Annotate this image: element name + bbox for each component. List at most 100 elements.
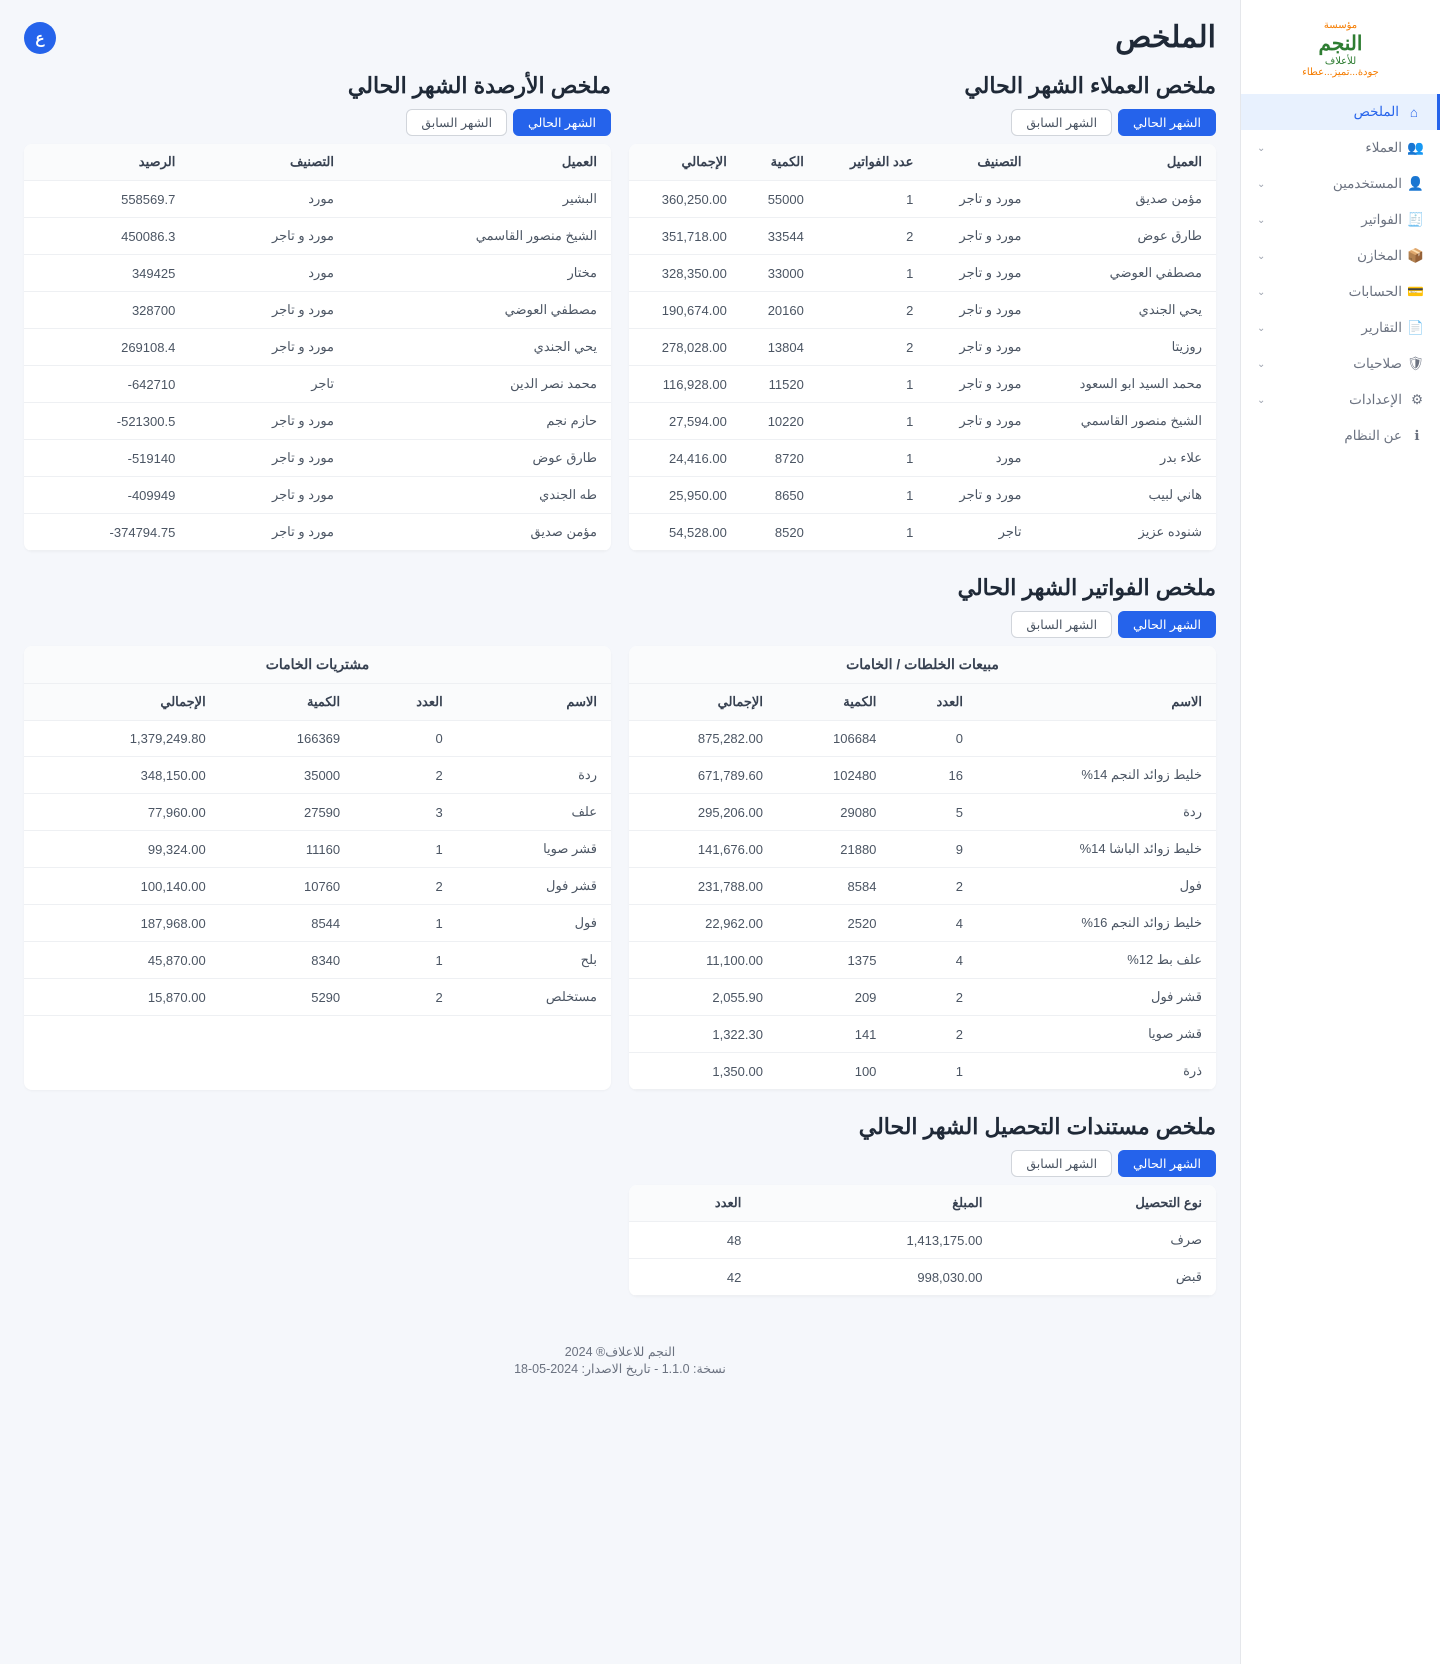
tab-previous-month[interactable]: الشهر السابق bbox=[1011, 1150, 1112, 1177]
col-header: التصنيف bbox=[189, 144, 348, 181]
cell: 8520 bbox=[741, 514, 818, 551]
nav-item-الملخص[interactable]: ⌂الملخص bbox=[1241, 94, 1440, 130]
chevron-down-icon: ⌄ bbox=[1257, 179, 1265, 190]
cell: يحي الجندي bbox=[1035, 292, 1216, 329]
cell: 2 bbox=[890, 868, 977, 905]
cell: 27,594.00 bbox=[629, 403, 741, 440]
nav-label: التقارير bbox=[1361, 320, 1402, 336]
nav-label: الفواتير bbox=[1361, 212, 1402, 228]
tab-current-month[interactable]: الشهر الحالي bbox=[1118, 1150, 1216, 1177]
main-content: الملخص ع ملخص العملاء الشهر الحالي الشهر… bbox=[0, 0, 1240, 1664]
page-title: الملخص bbox=[1115, 20, 1216, 55]
tab-current-month[interactable]: الشهر الحالي bbox=[1118, 611, 1216, 638]
cell: 13804 bbox=[741, 329, 818, 366]
cell: 11,100.00 bbox=[629, 942, 777, 979]
cell: 99,324.00 bbox=[24, 831, 220, 868]
customers-tabs: الشهر الحالي الشهر السابق bbox=[629, 109, 1216, 136]
tab-current-month[interactable]: الشهر الحالي bbox=[1118, 109, 1216, 136]
cell: 209 bbox=[777, 979, 890, 1016]
nav-item-التقارير[interactable]: 📄التقارير⌄ bbox=[1241, 310, 1440, 346]
cell: 2 bbox=[354, 979, 457, 1016]
cell: مؤمن صديق bbox=[1035, 181, 1216, 218]
table-row: هاني لبيبمورد و تاجر1865025,950.00 bbox=[629, 477, 1216, 514]
table-row: طارق عوضمورد و تاجر519140- bbox=[24, 440, 611, 477]
nav-item-الحسابات[interactable]: 💳الحسابات⌄ bbox=[1241, 274, 1440, 310]
cell: 100,140.00 bbox=[24, 868, 220, 905]
table-row: الشيخ منصور القاسميمورد و تاجر450086.3 bbox=[24, 218, 611, 255]
cell: يحي الجندي bbox=[348, 329, 611, 366]
cell: 190,674.00 bbox=[629, 292, 741, 329]
nav-item-الإعدادات[interactable]: ⚙الإعدادات⌄ bbox=[1241, 382, 1440, 418]
cell: 10220 bbox=[741, 403, 818, 440]
cell: مصطفي العوضي bbox=[348, 292, 611, 329]
nav-item-صلاحيات[interactable]: 🛡صلاحيات⌄ bbox=[1241, 346, 1440, 382]
tab-previous-month[interactable]: الشهر السابق bbox=[406, 109, 507, 136]
cell: 328700 bbox=[24, 292, 189, 329]
nav-item-المستخدمين[interactable]: 👤المستخدمين⌄ bbox=[1241, 166, 1440, 202]
nav-item-العملاء[interactable]: 👥العملاء⌄ bbox=[1241, 130, 1440, 166]
cell: 1,350.00 bbox=[629, 1053, 777, 1090]
cell: مورد و تاجر bbox=[189, 292, 348, 329]
chevron-down-icon: ⌄ bbox=[1257, 323, 1265, 334]
user-avatar[interactable]: ع bbox=[24, 22, 56, 54]
cell: 29080 bbox=[777, 794, 890, 831]
cell: 166369 bbox=[220, 721, 354, 757]
table-row: مؤمن صديقمورد و تاجر374794.75- bbox=[24, 514, 611, 551]
cell: مورد bbox=[189, 181, 348, 218]
nav-label: الإعدادات bbox=[1349, 392, 1402, 408]
cell: 409949- bbox=[24, 477, 189, 514]
cell: 25,950.00 bbox=[629, 477, 741, 514]
table-row: ذرة11001,350.00 bbox=[629, 1053, 1216, 1090]
table-row: قشر صويا11116099,324.00 bbox=[24, 831, 611, 868]
nav-item-عن النظام[interactable]: ℹعن النظام bbox=[1241, 418, 1440, 454]
cell: 4 bbox=[890, 942, 977, 979]
cell: مورد و تاجر bbox=[189, 477, 348, 514]
cell: 48 bbox=[629, 1222, 755, 1259]
cell: 278,028.00 bbox=[629, 329, 741, 366]
nav-icon: 🧾 bbox=[1410, 212, 1424, 228]
table-row: طارق عوضمورد و تاجر233544351,718.00 bbox=[629, 218, 1216, 255]
col-header: الرصيد bbox=[24, 144, 189, 181]
nav-label: الملخص bbox=[1354, 104, 1399, 120]
table-row: مصطفي العوضيمورد و تاجر328700 bbox=[24, 292, 611, 329]
cell: 0 bbox=[354, 721, 457, 757]
cell: 11520 bbox=[741, 366, 818, 403]
tab-previous-month[interactable]: الشهر السابق bbox=[1011, 611, 1112, 638]
cell: مستخلص bbox=[457, 979, 611, 1016]
chevron-down-icon: ⌄ bbox=[1257, 215, 1265, 226]
table-row: علاء بدرمورد1872024,416.00 bbox=[629, 440, 1216, 477]
table-row: خليط زوائد النجم 14%16102480671,789.60 bbox=[629, 757, 1216, 794]
footer: النجم للاعلاف® 2024 نسخة: 1.1.0 - تاريخ … bbox=[24, 1320, 1216, 1386]
purchases-subhead: مشتريات الخامات bbox=[24, 646, 611, 684]
cell: 519140- bbox=[24, 440, 189, 477]
table-row: مؤمن صديقمورد و تاجر155000360,250.00 bbox=[629, 181, 1216, 218]
collection-tabs: الشهر الحالي الشهر السابق bbox=[24, 1150, 1216, 1177]
cell: 106684 bbox=[777, 721, 890, 757]
table-row: 01663691,379,249.80 bbox=[24, 721, 611, 757]
table-row: فول18544187,968.00 bbox=[24, 905, 611, 942]
cell: قشر صويا bbox=[457, 831, 611, 868]
tab-previous-month[interactable]: الشهر السابق bbox=[1011, 109, 1112, 136]
cell: 450086.3 bbox=[24, 218, 189, 255]
nav-item-الفواتير[interactable]: 🧾 الفواتير ⌄ bbox=[1241, 202, 1440, 238]
cell: مؤمن صديق bbox=[348, 514, 611, 551]
cell: 54,528.00 bbox=[629, 514, 741, 551]
nav-item-المخازن[interactable]: 📦المخازن⌄ bbox=[1241, 238, 1440, 274]
chevron-down-icon: ⌄ bbox=[1257, 251, 1265, 262]
table-row: البشيرمورد558569.7 bbox=[24, 181, 611, 218]
table-row: خليط زوائد الباشا 14%921880141,676.00 bbox=[629, 831, 1216, 868]
cell: 1,413,175.00 bbox=[755, 1222, 996, 1259]
cell: 33000 bbox=[741, 255, 818, 292]
col-header: العدد bbox=[629, 1185, 755, 1222]
cell: 100 bbox=[777, 1053, 890, 1090]
cell: 328,350.00 bbox=[629, 255, 741, 292]
tab-current-month[interactable]: الشهر الحالي bbox=[513, 109, 611, 136]
nav-label: الحسابات bbox=[1349, 284, 1402, 300]
table-row: طه الجنديمورد و تاجر409949- bbox=[24, 477, 611, 514]
cell: 11160 bbox=[220, 831, 354, 868]
col-header: الكمية bbox=[220, 684, 354, 721]
balances-table: العميلالتصنيفالرصيد البشيرمورد558569.7ال… bbox=[24, 144, 611, 551]
col-header: الاسم bbox=[977, 684, 1216, 721]
cell: 8650 bbox=[741, 477, 818, 514]
nav-icon: 📦 bbox=[1410, 248, 1424, 264]
